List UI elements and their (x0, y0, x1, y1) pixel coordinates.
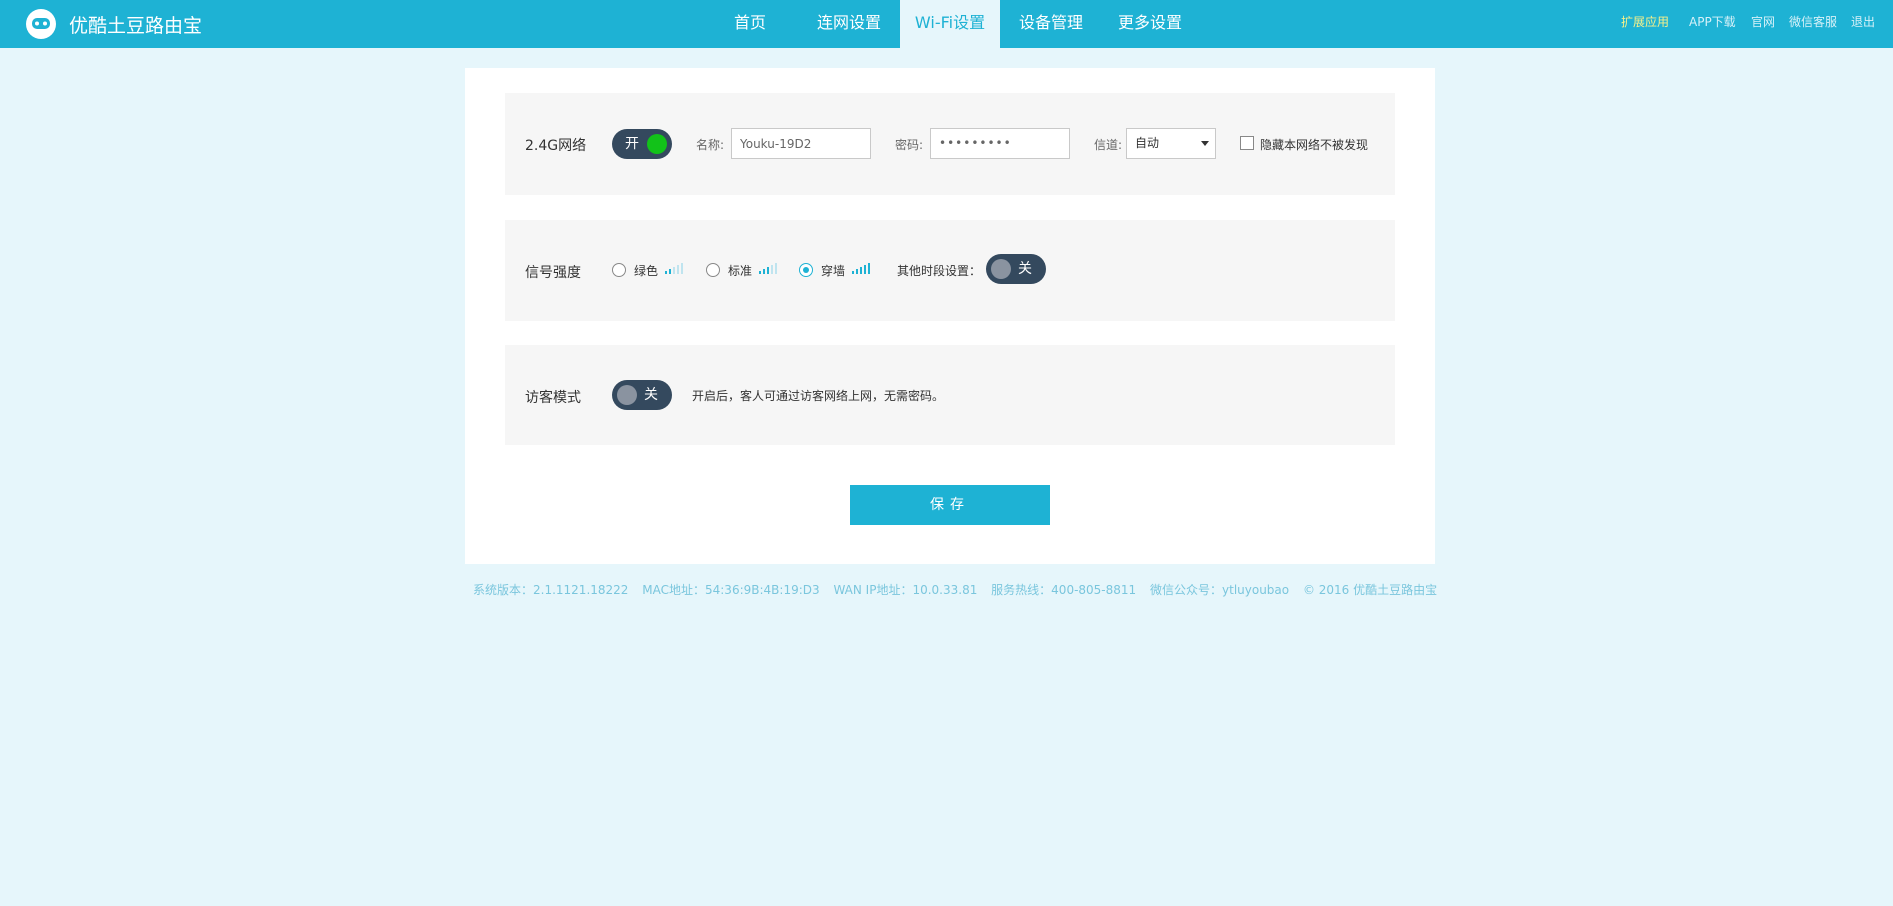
logout-link[interactable]: 退出 (1851, 13, 1875, 30)
wifi-settings-card: 2.4G网络 开 名称: 密码: ••••••••• 信道: 自动 隐藏本网络不… (465, 68, 1435, 564)
network-toggle-text: 开 (625, 136, 639, 152)
nav-network-settings[interactable]: 连网设置 (806, 0, 892, 48)
robot-logo-icon (26, 9, 56, 39)
schedule-label: 其他时段设置： (897, 264, 982, 278)
extensions-link[interactable]: 扩展应用 (1621, 13, 1669, 30)
password-label: 密码: (895, 138, 924, 152)
hide-network-checkbox[interactable] (1240, 136, 1254, 150)
footer-version: 系统版本：2.1.1121.18222 (473, 583, 629, 597)
nav-more-settings[interactable]: 更多设置 (1107, 0, 1193, 48)
channel-label: 信道: (1094, 138, 1123, 152)
footer-mac: MAC地址：54:36:9B:4B:19:D3 (642, 583, 820, 597)
network-panel: 2.4G网络 开 名称: 密码: ••••••••• 信道: 自动 隐藏本网络不… (505, 93, 1395, 195)
nav-home[interactable]: 首页 (719, 0, 781, 48)
guest-panel: 访客模式 关 开启后，客人可通过访客网络上网，无需密码。 (505, 345, 1395, 445)
signal-green-radio[interactable] (612, 263, 626, 277)
official-site-link[interactable]: 官网 (1751, 13, 1775, 30)
brand-title: 优酷土豆路由宝 (69, 15, 203, 37)
guest-toggle-text: 关 (644, 387, 658, 403)
ssid-label: 名称: (696, 138, 725, 152)
schedule-toggle[interactable]: 关 (986, 254, 1046, 284)
signal-strong-icon (852, 262, 874, 274)
nav-device-management[interactable]: 设备管理 (1008, 0, 1094, 48)
footer-hotline: 服务热线：400-805-8811 (991, 583, 1137, 597)
schedule-toggle-text: 关 (1018, 261, 1032, 277)
password-input[interactable]: ••••••••• (930, 128, 1070, 159)
channel-select-value: 自动 (1135, 136, 1160, 150)
ssid-input[interactable] (731, 128, 871, 159)
signal-green-label: 绿色 (634, 264, 659, 278)
footer-info: 系统版本：2.1.1121.18222 MAC地址：54:36:9B:4B:19… (473, 581, 1447, 598)
hide-network-label: 隐藏本网络不被发现 (1260, 138, 1369, 152)
signal-wall-radio[interactable] (799, 263, 813, 277)
signal-panel: 信号强度 绿色 标准 穿墙 其他时段设置： 关 (505, 220, 1395, 321)
signal-medium-icon (759, 262, 781, 274)
chevron-down-icon (1201, 141, 1209, 146)
network-toggle[interactable]: 开 (612, 129, 672, 159)
footer-wan-ip: WAN IP地址：10.0.33.81 (833, 583, 978, 597)
toggle-knob (991, 259, 1011, 279)
top-bar: 优酷土豆路由宝 首页 连网设置 Wi-Fi设置 设备管理 更多设置 扩展应用 A… (0, 0, 1893, 48)
network-label: 2.4G网络 (525, 138, 587, 154)
footer-copyright: © 2016 优酷土豆路由宝 (1302, 583, 1438, 597)
toggle-knob (617, 385, 637, 405)
wechat-support-link[interactable]: 微信客服 (1789, 13, 1837, 30)
guest-label: 访客模式 (525, 390, 581, 406)
signal-weak-icon (665, 262, 687, 274)
guest-toggle[interactable]: 关 (612, 380, 672, 410)
footer-wechat: 微信公众号：ytluyoubao (1150, 583, 1290, 597)
signal-standard-label: 标准 (728, 264, 753, 278)
signal-standard-radio[interactable] (706, 263, 720, 277)
save-button[interactable]: 保存 (850, 485, 1050, 525)
guest-hint: 开启后，客人可通过访客网络上网，无需密码。 (692, 389, 945, 403)
app-download-link[interactable]: APP下载 (1689, 13, 1736, 30)
channel-select[interactable]: 自动 (1126, 128, 1216, 159)
signal-wall-label: 穿墙 (821, 264, 846, 278)
nav-wifi-settings[interactable]: Wi-Fi设置 (900, 0, 1000, 48)
signal-label: 信号强度 (525, 265, 581, 281)
toggle-knob (647, 134, 667, 154)
